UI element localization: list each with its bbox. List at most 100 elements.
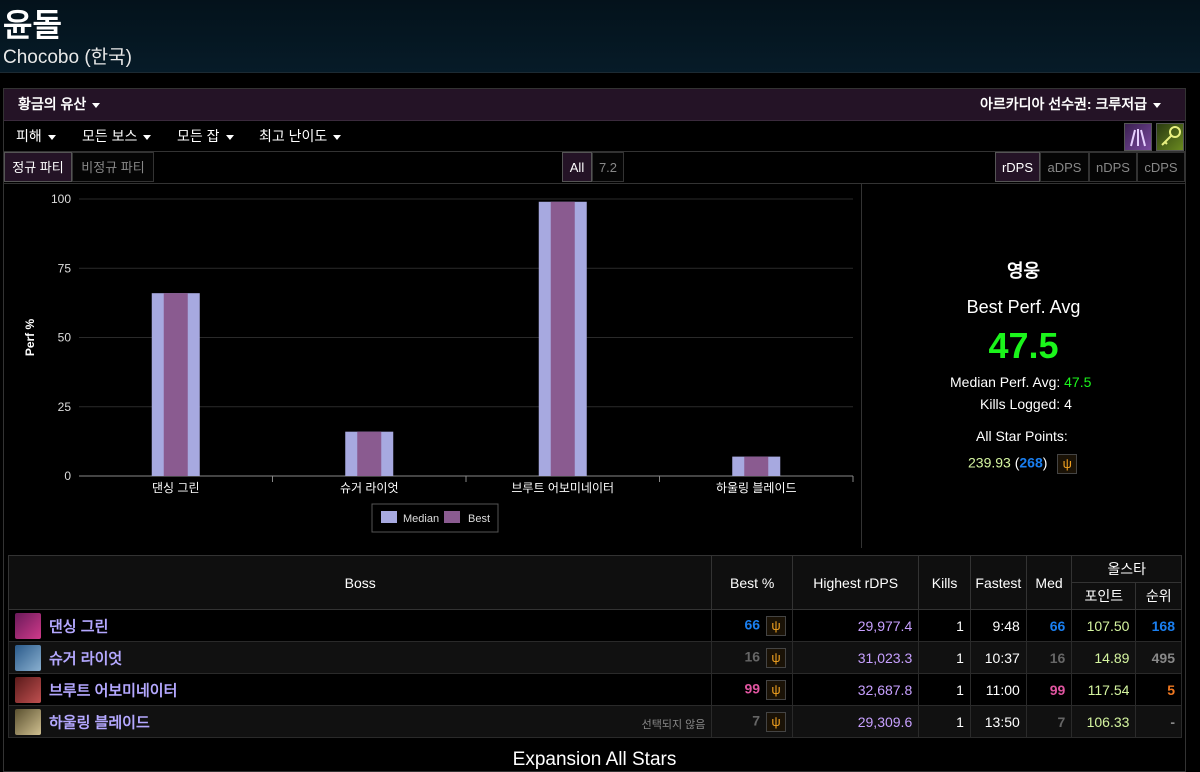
ranking-dropdown-label: 아르카디아 선수권: 크루저급 xyxy=(979,96,1147,112)
character-header: 윤돌 Chocobo (한국) xyxy=(0,0,1200,73)
boss-dropdown-label: 모든 보스 xyxy=(82,128,138,144)
best-cell: 7ψ xyxy=(711,705,794,738)
kills-logged-value: 4 xyxy=(1064,396,1072,412)
y-tick-label: 100 xyxy=(51,192,71,206)
chevron-down-icon xyxy=(47,134,56,140)
boss-name[interactable]: 슈거 라이엇 xyxy=(49,650,122,667)
header-med[interactable]: Med xyxy=(1025,555,1073,610)
med-value: 99 xyxy=(1025,673,1073,706)
best-value: 99 xyxy=(744,680,761,697)
x-tick-label: 댄싱 그린 xyxy=(152,481,200,495)
points-value: 106.33 xyxy=(1071,705,1137,738)
x-tick-label: 브루트 어보미네이터 xyxy=(511,481,614,495)
kills-logged-line: Kills Logged: 4 xyxy=(980,396,1072,412)
boss-thumbnail xyxy=(15,612,41,639)
boss-name[interactable]: 댄싱 그린 xyxy=(49,618,108,635)
kills-value: 1 xyxy=(918,673,971,706)
bar-best xyxy=(744,456,769,476)
rdps-value: 29,977.4 xyxy=(792,609,920,642)
boss-thumbnail xyxy=(15,644,41,671)
difficulty-dropdown[interactable]: 최고 난이도 xyxy=(259,121,342,151)
job-dropdown[interactable]: 모든 잡 xyxy=(177,121,234,151)
zone-dropdown[interactable]: 황금의 유산 xyxy=(18,89,101,120)
tab-irregular-party[interactable]: 비정규 파티 xyxy=(72,152,154,182)
medal-icon[interactable]: ψ xyxy=(766,679,787,700)
tab-ndps[interactable]: nDPS xyxy=(1089,152,1137,182)
best-perf-value: 47.5 xyxy=(988,325,1059,366)
kills-value: 1 xyxy=(918,609,971,642)
legend-label-median: Median xyxy=(403,513,439,525)
header-kills[interactable]: Kills xyxy=(918,555,971,610)
kills-value: 1 xyxy=(918,641,971,674)
rank-value: 5 xyxy=(1135,673,1182,706)
boss-dropdown[interactable]: 모든 보스 xyxy=(82,121,152,151)
medal-icon[interactable]: ψ xyxy=(766,615,787,636)
header-highest[interactable]: Highest rDPS xyxy=(792,555,920,610)
legend-label-best: Best xyxy=(468,513,490,525)
rankings-panel: 황금의 유산 아르카디아 선수권: 크루저급 피해 모든 보스 모든 잡 최고 … xyxy=(3,88,1186,772)
kills-logged-label: Kills Logged: xyxy=(980,396,1061,412)
median-perf-line: Median Perf. Avg: 47.5 xyxy=(950,374,1091,390)
job-dropdown-label: 모든 잡 xyxy=(177,128,220,144)
zone-dropdown-label: 황금의 유산 xyxy=(18,96,87,112)
header-rank[interactable]: 순위 xyxy=(1135,582,1182,610)
rdps-value: 31,023.3 xyxy=(792,641,920,674)
table-row[interactable]: 브루트 어보미네이터 99 ψ 32,687.8 1 11:00 99 117.5… xyxy=(7,673,1182,706)
med-value: 66 xyxy=(1025,609,1073,642)
table-row[interactable]: 댄싱 그린 66 ψ 29,977.4 1 9:48 66 107.50 168 xyxy=(7,609,1182,642)
boss-name[interactable]: 브루트 어보미네이터 xyxy=(49,682,177,699)
allstar-points-line: 239.93 (268) ψ xyxy=(968,454,1078,474)
median-perf-value: 47.5 xyxy=(1064,374,1092,390)
rank-value: 168 xyxy=(1135,609,1182,642)
y-tick-label: 0 xyxy=(64,469,71,483)
boss-thumbnail xyxy=(15,676,41,703)
chevron-down-icon xyxy=(92,102,101,108)
header-fastest[interactable]: Fastest xyxy=(969,555,1027,610)
job-icon[interactable] xyxy=(1124,123,1152,151)
best-perf-label: Best Perf. Avg xyxy=(966,297,1081,317)
settings-key-icon[interactable] xyxy=(1156,123,1184,151)
bar-best xyxy=(163,293,188,476)
chevron-down-icon xyxy=(333,134,342,140)
rank-value: 495 xyxy=(1135,641,1182,674)
points-value: 117.54 xyxy=(1071,673,1137,706)
tab-partition-7-2[interactable]: 7.2 xyxy=(592,152,624,182)
ranking-dropdown[interactable]: 아르카디아 선수권: 크루저급 xyxy=(980,89,1161,120)
tab-adps[interactable]: aDPS xyxy=(1040,152,1089,182)
legend-swatch-best xyxy=(444,511,460,523)
legend-swatch-median xyxy=(381,511,397,523)
fastest-value: 10:37 xyxy=(969,641,1027,674)
tab-regular-party[interactable]: 정규 파티 xyxy=(4,152,72,182)
fastest-value: 13:50 xyxy=(969,705,1027,738)
table-row[interactable]: 슈거 라이엇 16 ψ 31,023.3 1 10:37 16 14.89 495 xyxy=(7,641,1182,674)
rank-value: - xyxy=(1135,705,1182,738)
median-perf-label: Median Perf. Avg: xyxy=(950,374,1061,390)
tab-cdps[interactable]: cDPS xyxy=(1137,152,1185,182)
table-row[interactable]: 하울링 블레이드 선택되지 않음 7ψ 29,309.6 1 13:50 7 1… xyxy=(7,705,1182,738)
bar-best xyxy=(357,431,382,476)
header-boss[interactable]: Boss xyxy=(7,555,713,610)
boss-name[interactable]: 하울링 블레이드 xyxy=(49,714,150,731)
fastest-value: 9:48 xyxy=(969,609,1027,642)
metric-dropdown[interactable]: 피해 xyxy=(16,121,56,151)
header-points[interactable]: 포인트 xyxy=(1071,582,1137,610)
medal-icon[interactable]: ψ xyxy=(766,711,787,732)
rank-title: 영웅 xyxy=(1006,261,1041,281)
y-axis-label: Perf % xyxy=(23,319,37,357)
tab-rdps[interactable]: rDPS xyxy=(995,152,1040,182)
y-tick-label: 75 xyxy=(58,261,72,275)
filter-bar: 피해 모든 보스 모든 잡 최고 난이도 xyxy=(4,121,1185,152)
header-best[interactable]: Best % xyxy=(711,555,794,610)
best-cell: 16 ψ xyxy=(711,641,794,674)
boss-cell: 하울링 블레이드 선택되지 않음 xyxy=(7,705,713,738)
best-value: 7 xyxy=(752,712,761,729)
metric-dropdown-label: 피해 xyxy=(16,128,42,144)
character-name: 윤돌 xyxy=(3,7,62,43)
tab-partition-all[interactable]: All xyxy=(562,152,592,182)
allstar-medal-icon[interactable]: ψ xyxy=(1057,454,1078,474)
difficulty-dropdown-label: 최고 난이도 xyxy=(259,128,328,144)
medal-icon[interactable]: ψ xyxy=(766,647,787,668)
best-cell: 66 ψ xyxy=(711,609,794,642)
allstar-rank-value: 268 xyxy=(1019,454,1043,471)
key-icon xyxy=(1161,126,1181,146)
